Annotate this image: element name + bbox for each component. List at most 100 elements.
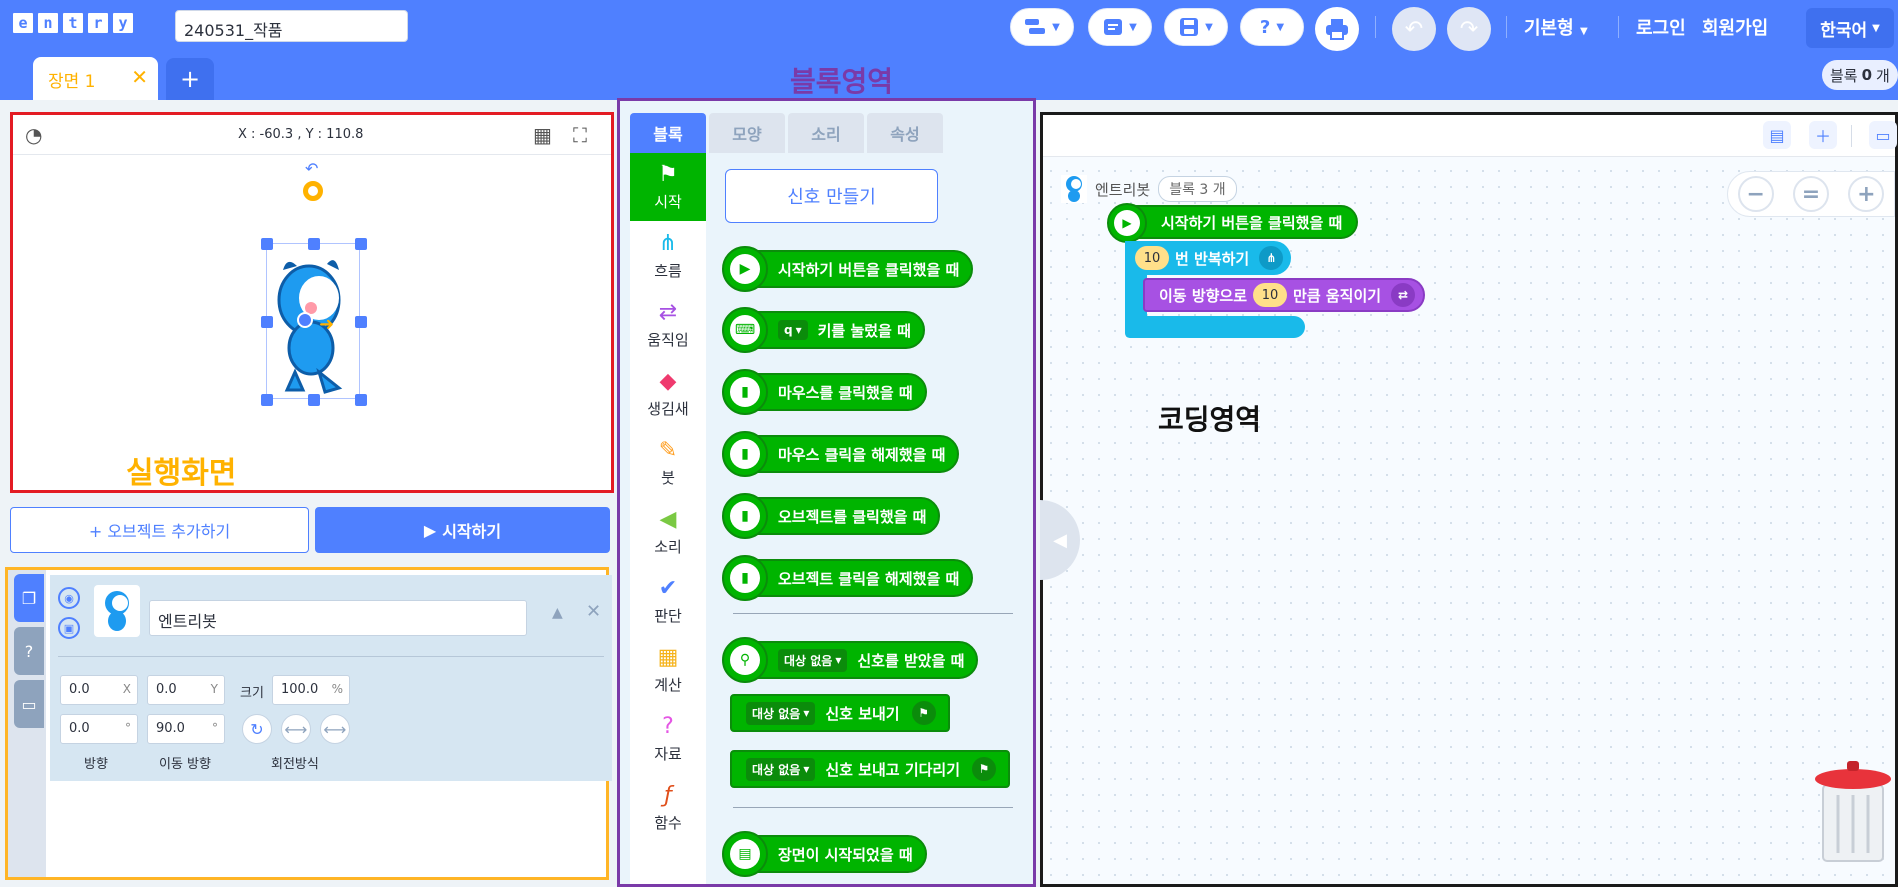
repeat-count-input[interactable]: 10 <box>1135 246 1169 270</box>
add-scene-button[interactable]: + <box>166 58 214 100</box>
category-function[interactable]: ƒ 함수 <box>630 774 706 842</box>
script-move-block[interactable]: 이동 방향으로 10 만큼 움직이기 ⇄ <box>1143 278 1426 312</box>
add-object-button[interactable]: + 오브젝트 추가하기 <box>10 507 309 553</box>
category-data[interactable]: ? 자료 <box>630 705 706 773</box>
zoom-in-icon[interactable]: + <box>1848 176 1885 212</box>
category-motion[interactable]: ⇄ 움직임 <box>630 291 706 359</box>
project-title-input[interactable]: 240531_작품 <box>175 10 408 42</box>
speed-gauge-icon[interactable]: ◔ <box>25 123 42 147</box>
resize-handle[interactable] <box>261 316 273 328</box>
rotate-free-button[interactable]: ↻ <box>242 714 272 744</box>
move-value-input[interactable]: 10 <box>1253 283 1288 307</box>
resize-handle[interactable] <box>355 394 367 406</box>
block-when-start-clicked[interactable]: ▶ 시작하기 버튼을 클릭했을 때 <box>722 246 974 292</box>
block-send-signal-and-wait[interactable]: 대상 없음 ▾ 신호 보내고 기다리기 ⚑ <box>730 750 1011 788</box>
sprite-selection-box[interactable]: ➜ <box>261 238 367 406</box>
collapse-up-icon[interactable]: ▲ <box>552 605 563 621</box>
start-button[interactable]: ▶ 시작하기 <box>315 507 610 553</box>
signal-dropdown[interactable]: 대상 없음 ▾ <box>746 701 816 725</box>
center-point[interactable] <box>297 312 313 328</box>
trash-icon[interactable] <box>1813 755 1893 865</box>
mode-select[interactable]: 기본형 ▼ <box>1524 14 1588 40</box>
signup-link[interactable]: 회원가입 <box>1702 14 1768 40</box>
rotation-handle[interactable] <box>303 181 323 201</box>
tab-shapes[interactable]: 모양 <box>709 113 785 153</box>
undo-button[interactable]: ↶ <box>1392 7 1436 51</box>
block-when-object-clicked[interactable]: ▮ 오브젝트를 클릭했을 때 <box>722 493 941 539</box>
direction-arrow-icon[interactable]: ➜ <box>319 314 334 335</box>
make-signal-button[interactable]: 신호 만들기 <box>725 169 938 223</box>
close-icon[interactable]: ✕ <box>131 65 148 89</box>
object-card[interactable]: ◉ ▣ 엔트리봇 ▲ ✕ 0.0 X 0.0 Y 크기 100.0% 0.0 ° 90… <box>50 575 612 781</box>
tab-sounds[interactable]: 소리 <box>788 113 864 153</box>
category-calc[interactable]: ▦ 계산 <box>630 636 706 704</box>
comment-icon[interactable]: ▤ <box>1763 121 1791 149</box>
fullscreen-icon[interactable]: ⛶ <box>573 123 587 147</box>
y-position-input[interactable]: 0.0 Y <box>147 675 225 705</box>
divider <box>1851 125 1852 147</box>
flow-icon: ⋔ <box>1259 246 1284 270</box>
board-icon[interactable]: ▭ <box>1869 121 1897 149</box>
script-repeat-block[interactable]: 10 번 반복하기 ⋔ <box>1125 241 1292 275</box>
entry-logo[interactable]: e n t r y <box>12 12 134 34</box>
resize-handle[interactable] <box>355 238 367 250</box>
category-sound[interactable]: ◀ 소리 <box>630 498 706 566</box>
category-looks[interactable]: ◆ 생김새 <box>630 360 706 428</box>
rotate-none-button[interactable]: ⟷ <box>320 714 350 744</box>
zoom-out-icon[interactable]: − <box>1737 176 1774 212</box>
coding-area[interactable]: ▤ ＋ ▭ 엔트리봇 블록 3 개 − = + ◀ ▶ 시작하기 버튼을 클릭했… <box>1040 112 1898 887</box>
object-list-tab[interactable]: ❐ <box>14 574 44 622</box>
category-label: 소리 <box>654 537 682 556</box>
category-brush[interactable]: ✎ 붓 <box>630 429 706 497</box>
console-tab[interactable]: ▭ <box>14 680 44 728</box>
language-select[interactable]: 한국어 ▼ <box>1806 8 1894 48</box>
divider <box>733 613 1013 614</box>
help-menu-button[interactable]: ? ▼ <box>1240 8 1304 46</box>
signal-dropdown[interactable]: 대상 없음 ▾ <box>778 648 848 672</box>
print-button[interactable] <box>1315 7 1359 51</box>
resize-handle[interactable] <box>261 394 273 406</box>
key-dropdown[interactable]: q ▾ <box>778 320 808 340</box>
script-when-start-block[interactable]: ▶ 시작하기 버튼을 클릭했을 때 <box>1107 203 1359 243</box>
block-when-object-released[interactable]: ▮ 오브젝트 클릭을 해제했을 때 <box>722 555 974 601</box>
block-when-signal-received[interactable]: ⚲ 대상 없음 ▾ 신호를 받았을 때 <box>722 637 979 683</box>
category-flow[interactable]: ⋔ 흐름 <box>630 222 706 290</box>
redo-button[interactable]: ↷ <box>1447 7 1491 51</box>
move-direction-input[interactable]: 90.0 ° <box>147 714 225 744</box>
scene-icon: ▤ <box>730 839 760 869</box>
y-suffix: Y <box>210 682 218 696</box>
delete-object-icon[interactable]: ✕ <box>586 601 601 622</box>
visibility-eye-icon[interactable]: ◉ <box>58 587 80 609</box>
direction-input[interactable]: 0.0 ° <box>60 714 138 744</box>
file-menu-button[interactable]: ▼ <box>1088 8 1152 46</box>
add-comment-icon[interactable]: ＋ <box>1809 121 1837 149</box>
practice-menu-button[interactable]: ▼ <box>1010 8 1074 46</box>
tab-properties[interactable]: 속성 <box>867 113 943 153</box>
rotate-horizontal-button[interactable]: ⟷ <box>281 714 311 744</box>
block-when-scene-starts[interactable]: ▤ 장면이 시작되었을 때 <box>722 831 927 877</box>
chevron-down-icon: ▼ <box>1129 21 1137 33</box>
block-when-mouse-released[interactable]: ▮ 마우스 클릭을 해제했을 때 <box>722 431 960 477</box>
block-label: 번 반복하기 <box>1175 249 1250 268</box>
tab-blocks[interactable]: 블록 <box>630 113 706 153</box>
size-input[interactable]: 100.0% <box>272 675 350 705</box>
zoom-reset-icon[interactable]: = <box>1792 176 1829 212</box>
block-send-signal[interactable]: 대상 없음 ▾ 신호 보내기 ⚑ <box>730 694 950 732</box>
object-name-input[interactable]: 엔트리봇 <box>149 600 527 636</box>
help-icon: ? <box>24 641 34 661</box>
category-judgement[interactable]: ✔ 판단 <box>630 567 706 635</box>
resize-handle[interactable] <box>355 316 367 328</box>
block-when-mouse-clicked[interactable]: ▮ 마우스를 클릭했을 때 <box>722 369 927 415</box>
lock-icon[interactable]: ▣ <box>58 617 80 639</box>
scene-tab[interactable]: 장면 1 ✕ <box>33 57 158 100</box>
help-tab[interactable]: ? <box>14 627 44 675</box>
grid-icon[interactable]: ▦ <box>533 123 552 147</box>
collapse-palette-tab[interactable]: ◀ <box>1040 500 1080 580</box>
x-position-input[interactable]: 0.0 X <box>60 675 138 705</box>
category-start[interactable]: ⚑ 시작 <box>630 153 706 221</box>
block-when-key-pressed[interactable]: ⌨ q ▾ 키를 눌렀을 때 <box>722 307 925 353</box>
save-menu-button[interactable]: ▼ <box>1164 8 1228 46</box>
signal-dropdown[interactable]: 대상 없음 ▾ <box>746 757 816 781</box>
resize-handle[interactable] <box>261 238 273 250</box>
login-link[interactable]: 로그인 <box>1636 14 1686 40</box>
